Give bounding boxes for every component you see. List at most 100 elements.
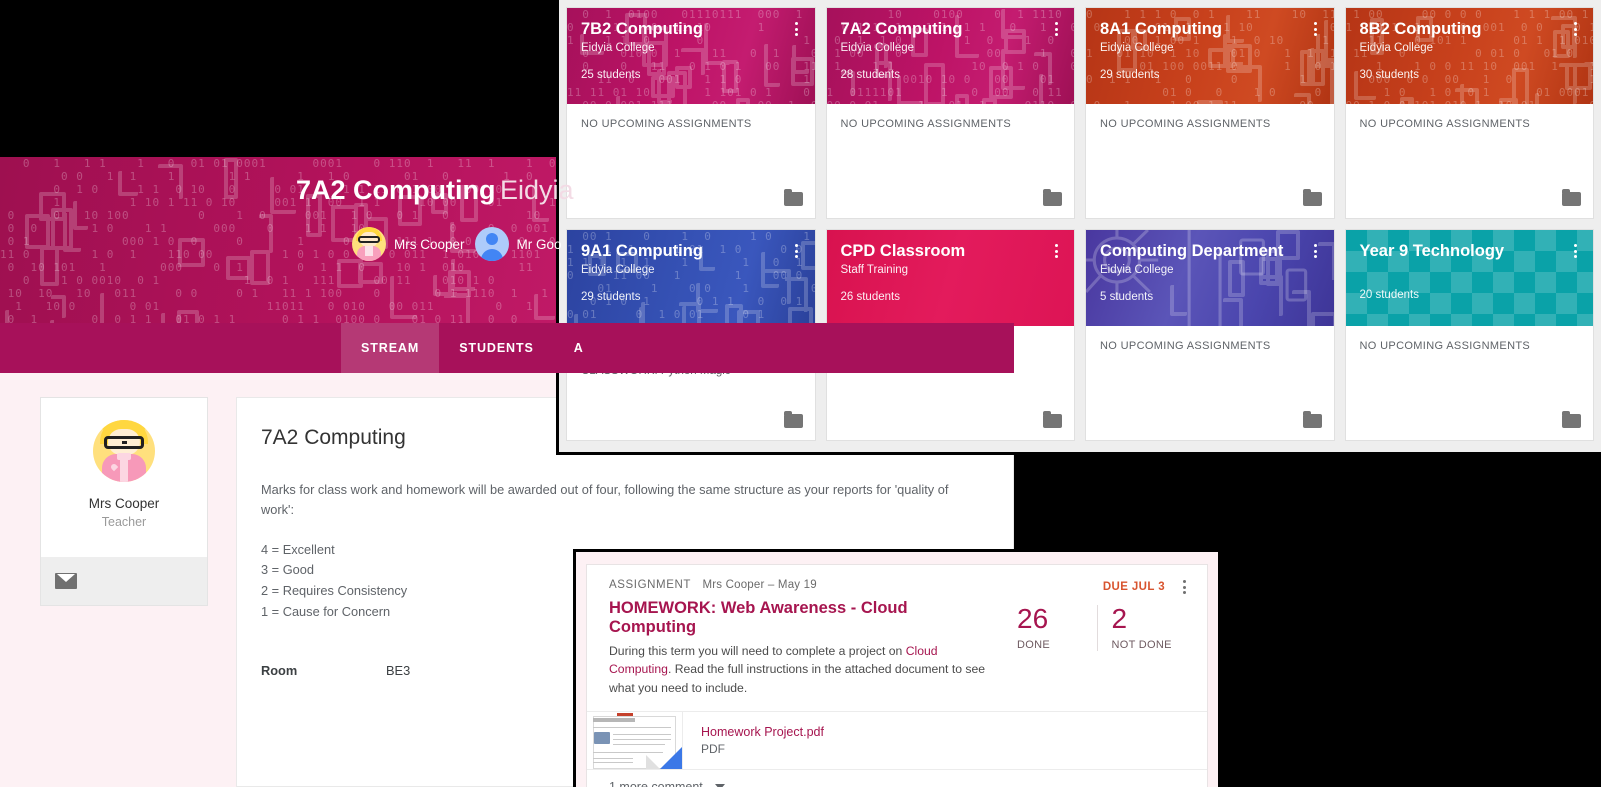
- class-card-overflow-menu-icon[interactable]: [1309, 242, 1323, 260]
- class-card-title[interactable]: 7B2 Computing: [581, 20, 801, 39]
- folder-icon[interactable]: [783, 411, 803, 428]
- assignment-comments-row[interactable]: 1 more comment: [587, 768, 1207, 787]
- screenshot-stage: 0 1 1 1 1 0 01 01 0001 0001 0 110 1 11 1…: [0, 0, 1601, 787]
- assignment-attachment[interactable]: Homework Project.pdf PDF: [587, 710, 1207, 769]
- folder-icon[interactable]: [1302, 411, 1322, 428]
- class-card-overflow-menu-icon[interactable]: [1309, 20, 1323, 38]
- mail-icon[interactable]: [55, 573, 77, 589]
- folder-icon[interactable]: [783, 189, 803, 206]
- class-card-title[interactable]: 8B2 Computing: [1360, 20, 1580, 39]
- assignment-meta: ASSIGNMENT Mrs Cooper – May 19: [609, 579, 989, 591]
- class-card-title[interactable]: Year 9 Technology: [1360, 242, 1580, 261]
- folder-icon[interactable]: [1043, 411, 1062, 428]
- class-card-subtitle: Eidyia College: [581, 41, 655, 54]
- class-card-overflow-menu-icon[interactable]: [1049, 20, 1063, 38]
- assignment-left: ASSIGNMENT Mrs Cooper – May 19 HOMEWORK:…: [609, 579, 1003, 697]
- class-card-body: NO UPCOMING ASSIGNMENTS: [1346, 104, 1594, 218]
- class-card-student-count: 29 students: [581, 290, 641, 303]
- class-card-overflow-menu-icon[interactable]: [790, 242, 804, 260]
- avatar-mr-good-icon: [474, 227, 509, 261]
- class-card-header-text: Year 9 Technology 20 students: [1360, 242, 1580, 301]
- class-card-header-text: Computing Department Eidyia College 5 stud…: [1100, 242, 1320, 303]
- class-card-assignments-label: NO UPCOMING ASSIGNMENTS: [1359, 118, 1531, 130]
- class-card-subtitle: Eidyia College: [1100, 41, 1174, 54]
- teacher-chip-name: Mr Goo: [516, 236, 562, 252]
- class-card-student-count: 28 students: [840, 68, 900, 81]
- class-card-title[interactable]: 8A1 Computing: [1100, 20, 1320, 39]
- class-card-header: Year 9 Technology 20 students: [1345, 230, 1593, 326]
- class-card-header-text: 7A2 Computing Eidyia College 28 students: [841, 20, 1061, 81]
- class-card-header: 0 1 0100 01110111 000 1 1 010 0 10 0 0 1…: [567, 8, 815, 104]
- class-card[interactable]: 0 1 1 1 0 0 1 11 10 11 11 0 00 1 111 1 1…: [1085, 7, 1335, 219]
- teacher-chip-list: Mrs Cooper Mr Goo: [352, 227, 562, 261]
- class-card-title[interactable]: 9A1 Computing: [581, 242, 801, 261]
- class-card-header-text: 7B2 Computing Eidyia College 25 students: [581, 20, 801, 81]
- class-card[interactable]: Year 9 Technology 20 students NO UPCOMING …: [1344, 229, 1594, 441]
- teacher-profile-card: Mrs Cooper Teacher: [40, 397, 208, 606]
- class-card-overflow-menu-icon[interactable]: [1049, 242, 1063, 260]
- class-card-title[interactable]: 7A2 Computing: [841, 20, 1061, 39]
- assignment-top: ASSIGNMENT Mrs Cooper – May 19 HOMEWORK:…: [587, 565, 1207, 711]
- class-card-overflow-menu-icon[interactable]: [1568, 20, 1582, 38]
- class-card-header: Computing Department Eidyia College 5 stud…: [1086, 230, 1334, 326]
- class-card-body: NO UPCOMING ASSIGNMENTS: [1086, 104, 1334, 218]
- class-card-title[interactable]: CPD Classroom: [841, 242, 1061, 261]
- assignment-kind: ASSIGNMENT: [609, 579, 692, 591]
- tab-about[interactable]: A: [554, 323, 604, 373]
- notdone-label: NOT DONE: [1111, 639, 1172, 651]
- notdone-count: 2: [1111, 603, 1128, 634]
- class-card-title[interactable]: Computing Department: [1100, 242, 1320, 261]
- assignment-right: DUE JUL 3 26 DONE 2 NOT DONE: [1003, 579, 1191, 697]
- class-hero-title: 7A2 Computing Eidyia: [296, 175, 574, 206]
- assignment-title[interactable]: HOMEWORK: Web Awareness - Cloud Computin…: [609, 599, 989, 637]
- folder-icon[interactable]: [1043, 189, 1062, 206]
- desc-pre: During this term you will need to comple…: [609, 644, 906, 658]
- class-card-student-count: 20 students: [1359, 288, 1419, 301]
- teacher-chip-name: Mrs Cooper: [394, 236, 465, 252]
- folder-icon[interactable]: [1302, 189, 1322, 206]
- class-card-student-count: 29 students: [1100, 68, 1160, 81]
- class-card-header-text: 8B2 Computing Eidyia College 30 students: [1360, 20, 1580, 81]
- class-card-student-count: 25 students: [581, 68, 641, 81]
- class-tab-bar: STREAM STUDENTS A: [0, 323, 1014, 373]
- teacher-chip-cooper[interactable]: Mrs Cooper: [352, 227, 465, 261]
- done-count-block[interactable]: 26 DONE: [1003, 605, 1097, 652]
- class-card-header: 00 1 0 1 0 1 0 1 1 1 0 100 1 0 1 1 1 1 1…: [567, 230, 815, 326]
- teacher-card-footer: [41, 557, 207, 605]
- class-card[interactable]: Computing Department Eidyia College 5 stud…: [1085, 229, 1335, 441]
- assignment-due-row: DUE JUL 3: [1003, 579, 1191, 595]
- class-card[interactable]: 1 00 00 0 0 0 1 1 1 00 1 0 0010 11 0 11 …: [1344, 7, 1594, 219]
- class-card-assignments-label: NO UPCOMING ASSIGNMENTS: [581, 118, 752, 130]
- class-card-header-text: 9A1 Computing Eidyia College 29 students: [581, 242, 801, 303]
- assignment-counts: 26 DONE 2 NOT DONE: [1003, 605, 1191, 651]
- assignment-overflow-menu-icon[interactable]: [1177, 579, 1191, 595]
- class-card-header: 10 0100 0 1 1110 0 1 1 1 11 0 10 0 1 1 1…: [826, 8, 1074, 104]
- done-label: DONE: [1017, 639, 1050, 651]
- class-card-student-count: 5 students: [1100, 290, 1154, 303]
- tab-stream[interactable]: STREAM: [341, 323, 440, 373]
- class-card-body: NO UPCOMING ASSIGNMENTS: [1346, 326, 1594, 440]
- class-card-subtitle: Eidyia College: [840, 41, 915, 54]
- assignment-detail-window: ASSIGNMENT Mrs Cooper – May 19 HOMEWORK:…: [573, 549, 1221, 787]
- folder-icon[interactable]: [1562, 189, 1581, 206]
- room-label: Room: [261, 662, 298, 678]
- class-card-assignments-label: NO UPCOMING ASSIGNMENTS: [1100, 118, 1271, 130]
- folder-icon[interactable]: [1562, 411, 1581, 428]
- class-card-header-text: CPD Classroom Staff Training 26 students: [841, 242, 1061, 303]
- class-card-overflow-menu-icon[interactable]: [790, 20, 804, 38]
- assignment-description: During this term you will need to comple…: [609, 642, 989, 697]
- class-card-subtitle: Eidyia College: [581, 263, 655, 276]
- avatar-mrs-cooper-icon: [352, 227, 386, 261]
- teacher-role: Teacher: [101, 515, 147, 529]
- notdone-count-block[interactable]: 2 NOT DONE: [1096, 603, 1192, 651]
- classes-grid-window: 0 1 0100 01110111 000 1 1 010 0 10 0 0 1…: [556, 0, 1601, 455]
- teacher-chip-good[interactable]: Mr Goo: [474, 227, 562, 261]
- attachment-name[interactable]: Homework Project.pdf: [701, 725, 824, 739]
- class-card[interactable]: 0 1 0100 01110111 000 1 1 010 0 10 0 0 1…: [566, 7, 816, 219]
- class-card-overflow-menu-icon[interactable]: [1568, 242, 1582, 260]
- class-card-assignments-label: NO UPCOMING ASSIGNMENTS: [1100, 340, 1271, 352]
- class-card[interactable]: 10 0100 0 1 1110 0 1 1 1 11 0 10 0 1 1 1…: [825, 7, 1075, 219]
- tab-students[interactable]: STUDENTS: [439, 323, 554, 373]
- class-info-paragraph: Marks for class work and homework will b…: [261, 482, 949, 517]
- class-card-assignments-label: NO UPCOMING ASSIGNMENTS: [840, 118, 1012, 130]
